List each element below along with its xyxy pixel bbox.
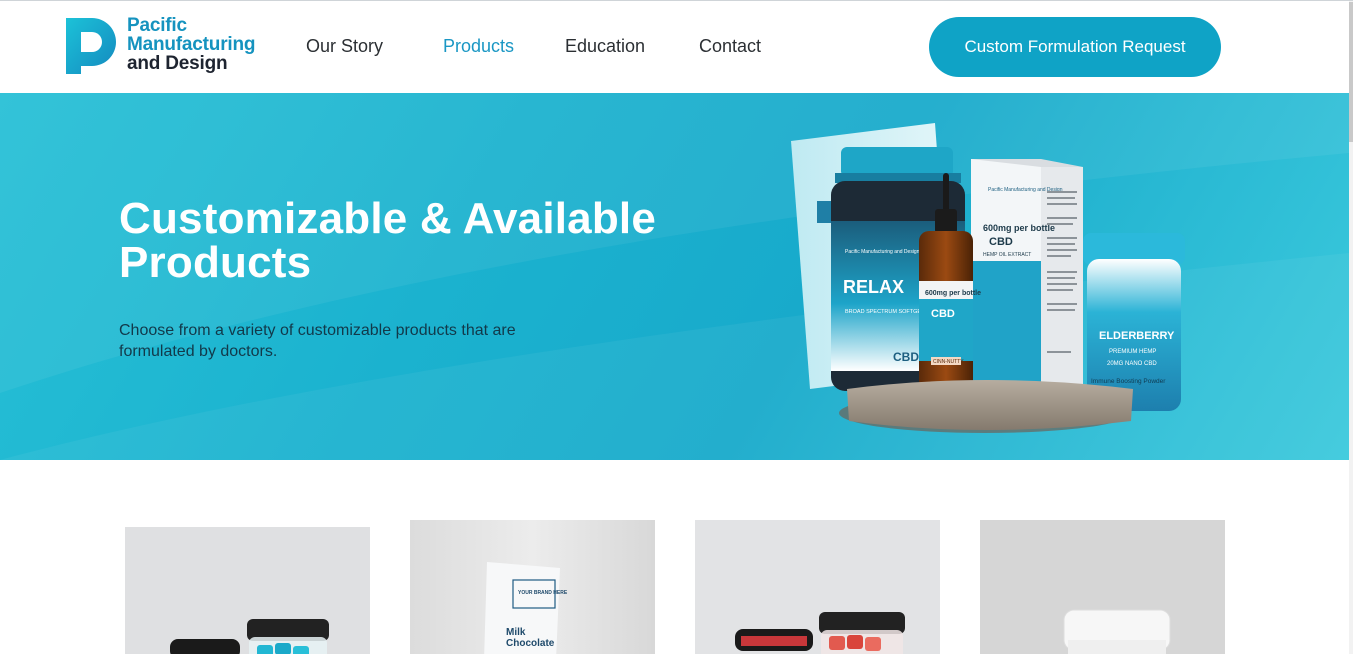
- custom-formulation-button[interactable]: Custom Formulation Request: [929, 17, 1221, 77]
- page-scrollbar[interactable]: [1349, 1, 1353, 654]
- dropper-flavor: CINN-NUTTY: [933, 359, 964, 365]
- product-card-gummies-blue[interactable]: [125, 527, 370, 654]
- box-amount: 600mg per bottle: [983, 223, 1055, 233]
- brand-logo[interactable]: Pacific Manufacturing and Design: [66, 16, 296, 78]
- site-header: Pacific Manufacturing and Design Our Sto…: [0, 1, 1349, 93]
- nav-contact[interactable]: Contact: [699, 36, 761, 57]
- hero-product-image: Pacific Manufacturing and Design RELAX B…: [791, 123, 1185, 433]
- gummies-red-image: [735, 612, 905, 654]
- brand-line-2: Manufacturing: [127, 34, 256, 55]
- milk-chocolate-image: YOUR BRAND HERE Milk Chocolate: [484, 562, 568, 654]
- brand-line-1: Pacific: [127, 15, 187, 36]
- tub-sub-2: 20MG NANO CBD: [1107, 361, 1157, 367]
- hero-title-line-2: Products: [119, 238, 312, 287]
- tub-sub-3: Immune Boosting Powder: [1091, 378, 1166, 385]
- brand-name: Pacific Manufacturing and Design: [127, 16, 255, 73]
- relax-jar-tag: CBD: [893, 350, 919, 364]
- product-card-milk-chocolate[interactable]: YOUR BRAND HERE Milk Chocolate: [410, 520, 655, 654]
- nav-our-story[interactable]: Our Story: [306, 36, 383, 57]
- hero-description: Choose from a variety of customizable pr…: [119, 322, 516, 360]
- nav-products[interactable]: Products: [443, 36, 514, 57]
- tub-name: ELDERBERRY: [1099, 330, 1175, 342]
- brand-line-3: and Design: [127, 53, 228, 74]
- hero-banner: Customizable & Available Products Choose…: [0, 93, 1349, 460]
- gummies-blue-image: [170, 619, 329, 654]
- logo-mark-icon: [66, 18, 116, 74]
- pouch-logo: [817, 201, 833, 223]
- chocolate-label-1: Milk: [506, 627, 526, 638]
- relax-jar-name: RELAX: [843, 277, 904, 297]
- dropper-tag: CBD: [931, 308, 955, 320]
- hero-title-line-1: Customizable & Available: [119, 194, 657, 243]
- dropper-amount: 600mg per bottle: [925, 290, 981, 297]
- box-sub: HEMP OIL EXTRACT: [983, 252, 1031, 258]
- chocolate-label-2: Chocolate: [506, 638, 555, 649]
- scrollbar-thumb[interactable]: [1349, 2, 1353, 142]
- relax-jar-sub: BROAD SPECTRUM SOFTGELS: [845, 309, 928, 315]
- hero-title: Customizable & Available Products: [119, 197, 739, 285]
- nav-education[interactable]: Education: [565, 36, 645, 57]
- box-tag: CBD: [989, 236, 1013, 248]
- tub-sub-1: PREMIUM HEMP: [1109, 349, 1156, 355]
- relax-jar-brand: Pacific Manufacturing and Design: [845, 249, 920, 255]
- product-card-gummies-red[interactable]: [695, 520, 940, 654]
- chocolate-brand: YOUR BRAND HERE: [518, 590, 568, 596]
- white-tub-image: [1063, 609, 1171, 654]
- product-card-white-tub[interactable]: [980, 520, 1225, 654]
